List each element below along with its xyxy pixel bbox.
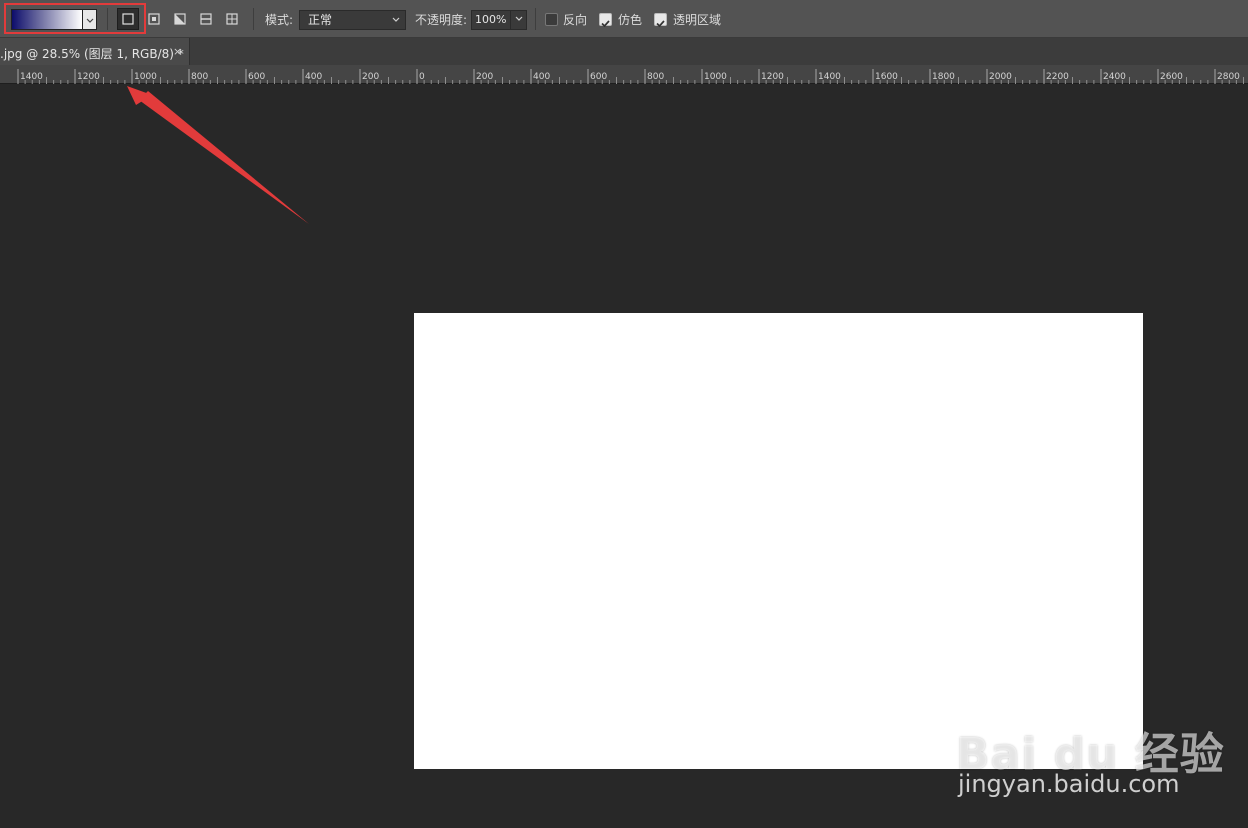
ruler-label: 400 — [533, 72, 550, 82]
document-canvas[interactable] — [414, 313, 1143, 769]
ruler-label: 800 — [191, 72, 208, 82]
reverse-label: 反向 — [563, 13, 588, 27]
ruler-label: 200 — [362, 72, 379, 82]
checkmark-icon — [656, 20, 665, 28]
divider — [253, 8, 254, 30]
reverse-checkbox[interactable] — [545, 13, 558, 26]
radial-gradient-icon — [148, 13, 160, 25]
ruler-label: 2400 — [1103, 72, 1126, 82]
opacity-value: 100% — [475, 13, 507, 26]
ruler-label: 2800 — [1217, 72, 1240, 82]
checkmark-icon — [601, 20, 610, 28]
dither-label: 仿色 — [618, 13, 643, 27]
divider — [107, 8, 108, 30]
diamond-gradient-icon — [226, 13, 238, 25]
linear-gradient-icon — [122, 13, 134, 25]
chevron-down-icon — [392, 17, 400, 22]
divider — [535, 8, 536, 30]
radial-gradient-button[interactable] — [143, 8, 165, 30]
ruler-label: 1200 — [761, 72, 784, 82]
opacity-label: 不透明度: — [415, 13, 468, 27]
watermark-url: jingyan.baidu.com — [958, 770, 1180, 798]
transparency-label: 透明区域 — [673, 13, 722, 27]
ruler-label: 1600 — [875, 72, 898, 82]
mode-select[interactable]: 正常 — [299, 10, 406, 30]
mode-label: 模式: — [265, 13, 294, 27]
ruler-label: 1400 — [818, 72, 841, 82]
ruler-label: 0 — [419, 72, 425, 82]
dither-checkbox[interactable] — [599, 13, 612, 28]
ruler-label: 600 — [590, 72, 607, 82]
angle-gradient-button[interactable] — [169, 8, 191, 30]
ruler-label: 1000 — [704, 72, 727, 82]
chevron-down-icon — [515, 16, 523, 21]
transparency-checkbox[interactable] — [654, 13, 667, 28]
angle-gradient-icon — [174, 13, 186, 25]
ruler-label: 1400 — [20, 72, 43, 82]
diamond-gradient-button[interactable] — [221, 8, 243, 30]
linear-gradient-button[interactable] — [117, 8, 139, 30]
reflected-gradient-icon — [200, 13, 212, 25]
opacity-dropdown[interactable] — [510, 10, 527, 30]
ruler-label: 200 — [476, 72, 493, 82]
ruler-label: 1200 — [77, 72, 100, 82]
ruler-label: 2200 — [1046, 72, 1069, 82]
mode-value: 正常 — [308, 13, 333, 27]
horizontal-ruler[interactable]: 1400 1200 1000 800 600 400 200 0 200 400 600 800 100… — [0, 65, 1248, 84]
ruler-label: 800 — [647, 72, 664, 82]
ruler-label: 400 — [305, 72, 322, 82]
ruler-label: 1000 — [134, 72, 157, 82]
reflected-gradient-button[interactable] — [195, 8, 217, 30]
ruler-scale: 1400 1200 1000 800 600 400 200 0 200 400 600 800 100… — [17, 69, 1244, 84]
ruler-label: 2600 — [1160, 72, 1183, 82]
ruler-label: 1800 — [932, 72, 955, 82]
ruler-label: 2000 — [989, 72, 1012, 82]
ruler-label: 600 — [248, 72, 265, 82]
document-tab-title: .jpg @ 28.5% (图层 1, RGB/8) * — [0, 47, 184, 61]
close-tab-icon[interactable]: × — [173, 45, 182, 58]
